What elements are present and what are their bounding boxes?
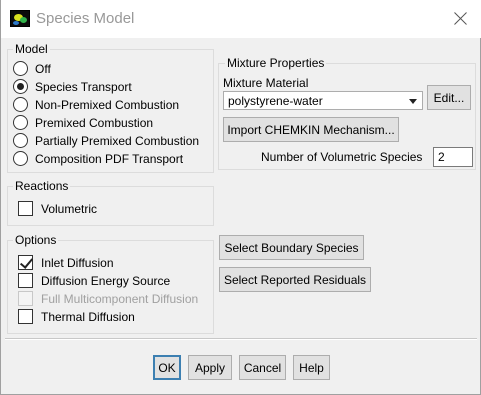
mixture-properties-label: Mixture Properties: [225, 56, 327, 70]
radio-label: Premixed Combustion: [35, 115, 154, 130]
radio-species-transport[interactable]: Species Transport: [13, 79, 132, 94]
radio-composition-pdf-transport[interactable]: Composition PDF Transport: [13, 151, 183, 166]
checkbox-label: Full Multicomponent Diffusion: [41, 291, 199, 306]
apply-button[interactable]: Apply: [188, 355, 232, 380]
checkbox-full-multicomponent-diffusion: Full Multicomponent Diffusion: [18, 291, 198, 306]
checkbox-box[interactable]: [18, 309, 33, 324]
edit-button-label: Edit...: [433, 90, 465, 105]
select-boundary-species-button[interactable]: Select Boundary Species: [219, 235, 364, 260]
num-volumetric-species-value: 2: [438, 150, 445, 164]
close-icon[interactable]: [449, 7, 473, 31]
options-group-label: Options: [13, 233, 59, 247]
checkbox-label: Volumetric: [41, 201, 98, 216]
checkbox-box[interactable]: [18, 273, 33, 288]
apply-button-label: Apply: [194, 360, 226, 375]
radio-label: Off: [35, 61, 51, 76]
help-button[interactable]: Help: [293, 355, 330, 380]
ok-button-label: OK: [158, 360, 176, 375]
checkbox-diffusion-energy-source[interactable]: Diffusion Energy Source: [18, 273, 170, 288]
reactions-group-label: Reactions: [13, 179, 71, 193]
checkbox-label: Inlet Diffusion: [41, 255, 114, 270]
select-boundary-species-label: Select Boundary Species: [224, 240, 359, 255]
num-volumetric-species-label: Number of Volumetric Species: [261, 150, 423, 164]
window-title: Species Model: [36, 10, 135, 27]
mixture-material-value: polystyrene-water: [228, 93, 323, 108]
separator: [5, 338, 477, 340]
radio-circle-selected[interactable]: [13, 79, 28, 94]
num-volumetric-species-input[interactable]: 2: [433, 147, 473, 167]
checkbox-box-checked[interactable]: [18, 255, 33, 270]
radio-label: Species Transport: [35, 79, 132, 94]
radio-non-premixed-combustion[interactable]: Non-Premixed Combustion: [13, 97, 179, 112]
select-reported-residuals-label: Select Reported Residuals: [223, 272, 367, 287]
radio-off[interactable]: Off: [13, 61, 51, 76]
ok-button[interactable]: OK: [153, 355, 181, 380]
mixture-material-select[interactable]: polystyrene-water: [223, 91, 423, 110]
radio-label: Composition PDF Transport: [35, 151, 184, 166]
import-chemkin-button[interactable]: Import CHEMKIN Mechanism...: [223, 117, 399, 142]
title-bar: Species Model: [1, 0, 481, 38]
checkbox-thermal-diffusion[interactable]: Thermal Diffusion: [18, 309, 135, 324]
help-button-label: Help: [299, 360, 324, 375]
radio-circle[interactable]: [13, 151, 28, 166]
edit-button[interactable]: Edit...: [427, 85, 471, 110]
checkbox-inlet-diffusion[interactable]: Inlet Diffusion: [18, 255, 114, 270]
select-reported-residuals-button[interactable]: Select Reported Residuals: [219, 267, 371, 292]
fluent-app-icon: [10, 10, 30, 27]
checkbox-box[interactable]: [18, 201, 33, 216]
radio-partially-premixed-combustion[interactable]: Partially Premixed Combustion: [13, 133, 199, 148]
import-chemkin-label: Import CHEMKIN Mechanism...: [227, 122, 395, 137]
checkbox-box-disabled: [18, 291, 33, 306]
model-group-label: Model: [13, 42, 50, 56]
radio-circle[interactable]: [13, 133, 28, 148]
checkbox-label: Diffusion Energy Source: [41, 273, 171, 288]
checkbox-label: Thermal Diffusion: [41, 309, 135, 324]
checkbox-volumetric[interactable]: Volumetric: [18, 201, 97, 216]
chevron-down-icon[interactable]: [409, 99, 417, 104]
radio-label: Non-Premixed Combustion: [35, 97, 180, 112]
mixture-material-label: Mixture Material: [223, 76, 309, 90]
radio-premixed-combustion[interactable]: Premixed Combustion: [13, 115, 153, 130]
radio-label: Partially Premixed Combustion: [35, 133, 200, 148]
cancel-button-label: Cancel: [243, 360, 282, 375]
radio-circle[interactable]: [13, 115, 28, 130]
species-model-dialog: Species Model Model Off Species Transpor…: [0, 0, 481, 395]
radio-circle[interactable]: [13, 61, 28, 76]
cancel-button[interactable]: Cancel: [239, 355, 286, 380]
radio-circle[interactable]: [13, 97, 28, 112]
